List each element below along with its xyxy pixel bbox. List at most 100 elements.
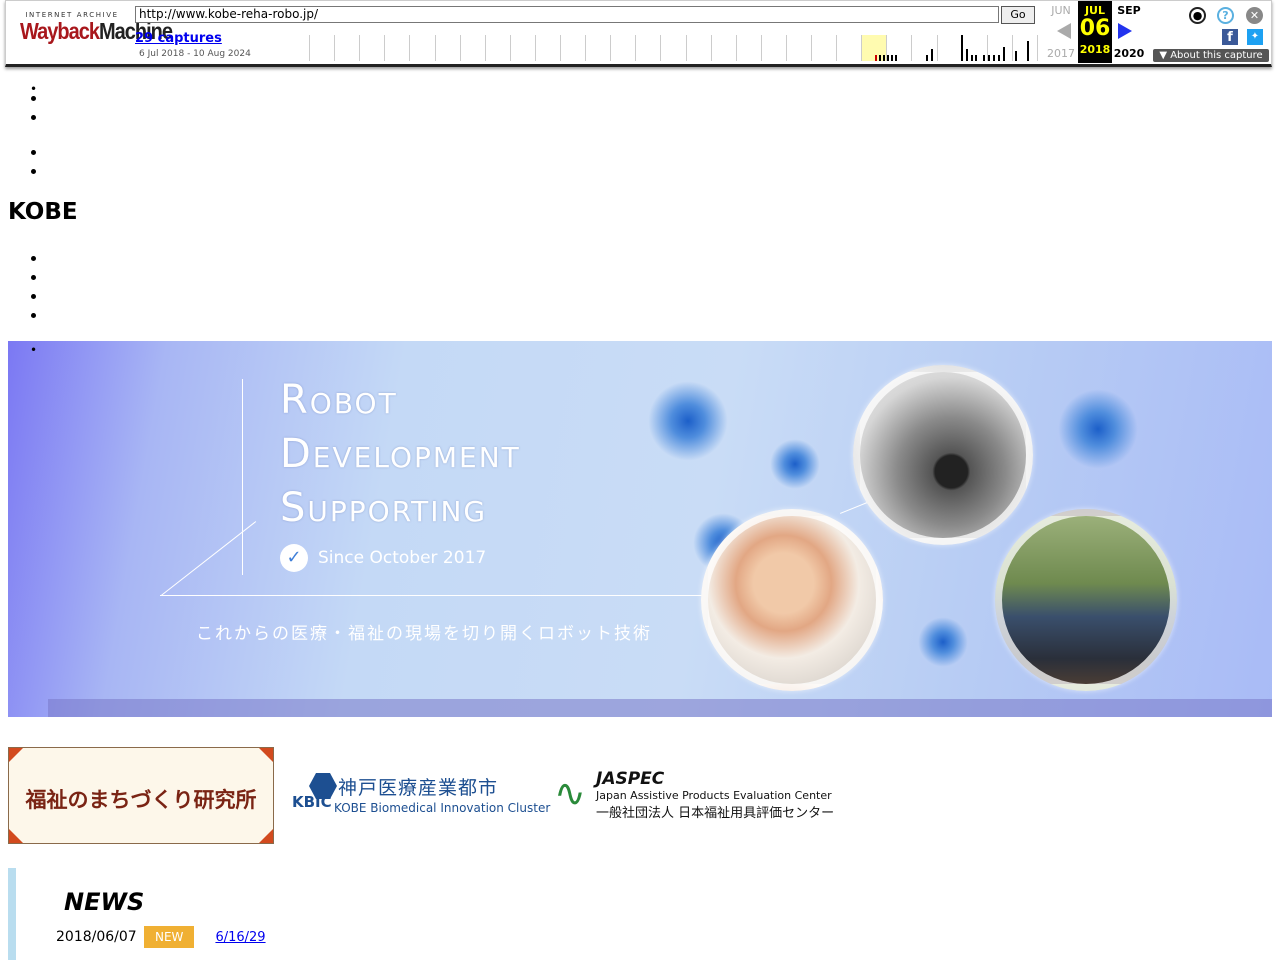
hero-heading-line: Robot <box>280 377 398 423</box>
news-item: 2018/06/07 NEW 6/16/29 <box>56 926 266 948</box>
wayback-toolbar: INTERNET ARCHIVE WaybackMachine http://w… <box>5 0 1272 67</box>
slide-bullet: • <box>30 343 38 357</box>
jaspec-jp-name: 一般社団法人 日本福祉用具評価センター <box>596 806 835 821</box>
sparkline-capture-bar <box>931 49 933 61</box>
next-year[interactable]: 2020 <box>1112 47 1146 60</box>
prev-year[interactable]: 2017 <box>1044 47 1078 60</box>
sparkline-month-divider <box>911 35 913 61</box>
sparkline-capture-bar <box>988 55 990 61</box>
language-links <box>0 143 48 181</box>
sparkline-capture-bar <box>1015 51 1017 61</box>
decorative-glow <box>918 617 968 667</box>
sparkline-month-divider <box>334 35 336 61</box>
sparkline-capture-bar <box>971 55 973 61</box>
next-month[interactable]: SEP <box>1112 4 1146 17</box>
prev-month[interactable]: JUN <box>1044 4 1078 17</box>
sparkline-capture-bar <box>895 55 897 61</box>
url-input[interactable]: http://www.kobe-reha-robo.jp/ <box>135 6 999 23</box>
sparkline-month-divider <box>560 35 561 61</box>
facebook-icon[interactable]: f <box>1222 29 1238 45</box>
close-icon[interactable]: ✕ <box>1246 7 1263 24</box>
sparkline-month-divider <box>760 35 762 61</box>
captures-link[interactable]: 29 captures <box>135 31 222 46</box>
sparkline-capture-bar <box>998 55 1000 61</box>
caliper-photo <box>853 365 1033 545</box>
next-arrow-icon[interactable] <box>1118 23 1132 39</box>
decorative-glow <box>770 439 820 489</box>
sparkline-month-divider <box>785 35 787 61</box>
banner-welfare-text: 福祉のまちづくり研究所 <box>25 788 257 812</box>
capture-sparkline[interactable] <box>309 35 1038 61</box>
decorative-corner <box>259 748 273 762</box>
sparkline-capture-bar <box>887 55 889 61</box>
help-icon[interactable]: ? <box>1217 7 1234 24</box>
hero-tagline: これからの医療・福祉の現場を切り開くロボット技術 <box>196 624 652 644</box>
global-nav <box>0 249 48 325</box>
kbic-jp-name: 神戸医療産業都市 <box>338 777 499 799</box>
sparkline-month-divider <box>434 35 436 61</box>
hero-since-text: Since October 2017 <box>318 548 487 568</box>
current-capture-date: JUL 06 2018 <box>1078 1 1112 63</box>
partner-banners: 福祉のまちづくり研究所 KBIC 神戸医療産業都市 KOBE Biomedica… <box>8 747 834 844</box>
capture-range: 6 Jul 2018 - 10 Aug 2024 <box>139 49 251 59</box>
jaspec-en-name: Japan Assistive Products Evaluation Cent… <box>596 789 832 802</box>
prev-arrow-icon[interactable] <box>1057 23 1071 39</box>
decorative-corner <box>259 829 273 843</box>
hero-heading-line: Supporting <box>280 485 488 531</box>
decorative-line <box>242 379 243 575</box>
banner-jaspec[interactable]: ∿ JASPEC Japan Assistive Products Evalua… <box>554 769 834 821</box>
sparkline-capture-bar <box>1027 41 1029 61</box>
sparkline-capture-bar <box>1003 47 1005 61</box>
news-section: NEWS 2018/06/07 NEW 6/16/29 <box>8 868 1280 960</box>
sparkline-month-divider <box>459 35 461 61</box>
news-heading: NEWS <box>64 887 145 916</box>
holding-hands-photo <box>701 509 883 691</box>
sparkline-capture-bar <box>966 49 968 61</box>
go-button[interactable]: Go <box>1001 6 1035 24</box>
check-badge-icon: ✓ <box>280 544 308 572</box>
news-link[interactable]: 6/16/29 <box>215 930 265 945</box>
sparkline-month-divider <box>811 35 812 61</box>
user-icon[interactable]: ● <box>1189 7 1206 24</box>
current-day: 06 <box>1079 16 1111 41</box>
twitter-icon[interactable]: ✦ <box>1247 29 1263 45</box>
wayback-logo[interactable]: INTERNET ARCHIVE WaybackMachine <box>20 11 173 45</box>
sparkline-capture-bar <box>961 35 963 61</box>
logo-wayback-text: WaybackMachine <box>20 19 173 45</box>
hero-since: ✓ Since October 2017 <box>280 544 486 572</box>
sparkline-month-divider <box>409 35 411 61</box>
sparkline-month-divider <box>936 35 938 61</box>
site-title: KOBE <box>8 199 78 225</box>
sparkline-month-divider <box>635 35 637 61</box>
list-bullet: • <box>30 82 38 96</box>
sparkline-capture-bar <box>993 55 995 61</box>
sparkline-month-divider <box>384 35 386 61</box>
about-capture-button[interactable]: ▼ About this capture <box>1153 49 1269 62</box>
sparkline-month-divider <box>534 35 536 61</box>
jaspec-logo-icon: ∿ <box>554 771 586 815</box>
jaspec-abbr: JASPEC <box>596 769 665 789</box>
sparkline-capture-bar <box>879 55 881 61</box>
sparkline-capture-bar <box>883 55 885 61</box>
current-year: 2018 <box>1079 43 1111 56</box>
sparkline-capture-bar <box>891 55 893 61</box>
sparkline-month-divider <box>359 35 361 61</box>
sparkline-capture-bar <box>975 55 977 61</box>
decorative-glow <box>648 381 728 461</box>
sparkline-month-divider <box>610 35 612 61</box>
sparkline-month-divider <box>1011 35 1013 61</box>
decorative-corner <box>9 829 23 843</box>
logo-internet-archive-text: INTERNET ARCHIVE <box>25 11 119 19</box>
sparkline-capture-bar <box>926 55 928 61</box>
sparkline-month-divider <box>585 35 587 61</box>
sparkline-month-divider <box>861 35 863 61</box>
kbic-en-name: KOBE Biomedical Innovation Cluster <box>334 801 551 815</box>
sparkline-month-divider <box>836 35 838 61</box>
hero-banner[interactable]: Robot Development Supporting ✓ Since Oct… <box>8 341 1272 717</box>
banner-welfare-institute[interactable]: 福祉のまちづくり研究所 <box>8 747 274 844</box>
banner-kbic[interactable]: KBIC 神戸医療産業都市 KOBE Biomedical Innovation… <box>292 771 550 821</box>
sparkline-capture-bar <box>983 55 985 61</box>
slider-caption-strip <box>48 699 1272 717</box>
sparkline-month-divider <box>1036 35 1038 61</box>
kbic-mark: KBIC <box>292 793 332 811</box>
